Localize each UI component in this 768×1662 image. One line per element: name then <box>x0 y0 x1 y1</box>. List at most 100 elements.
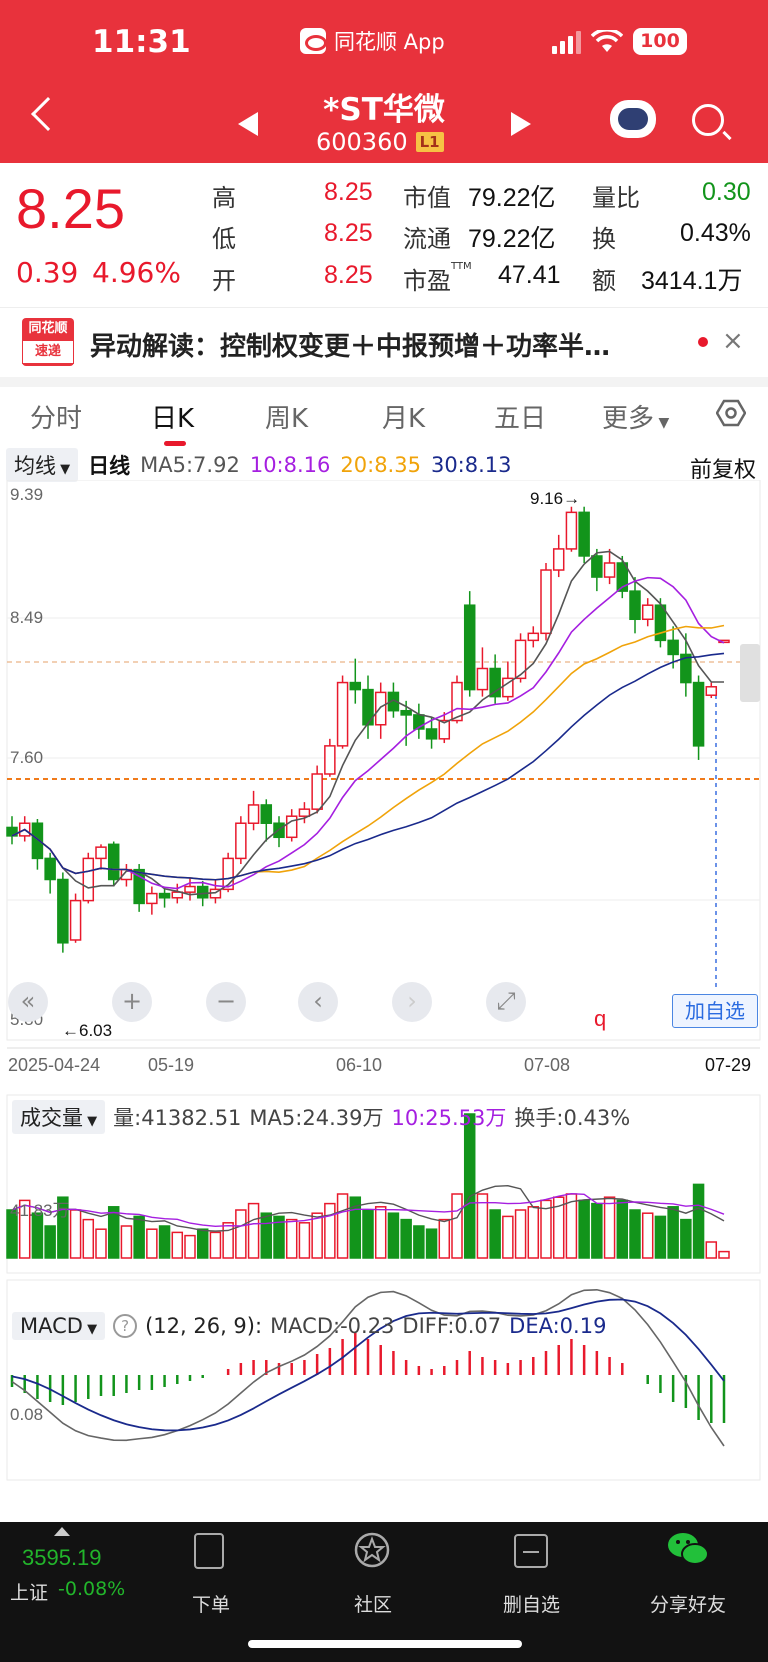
share-friends-button[interactable]: 分享好友 <box>650 1590 726 1617</box>
volume-value: 量:41382.51 <box>113 1106 242 1130</box>
pe-value: 47.41 <box>498 261 561 289</box>
candle-body <box>324 745 336 775</box>
low-label: 低 <box>212 225 236 253</box>
news-banner[interactable]: 同花顺 速递 异动解读：控制权变更＋中报预增＋功率半… <box>0 307 768 377</box>
candle-body <box>69 899 82 941</box>
robot-assistant-icon[interactable] <box>610 100 656 138</box>
next-stock-icon[interactable] <box>511 112 531 136</box>
app-name: 同花顺 App <box>334 30 445 54</box>
scroll-right-icon[interactable]: › <box>392 982 432 1022</box>
volume-bar <box>374 1206 387 1259</box>
event-marker[interactable]: q <box>594 1006 606 1032</box>
tab-five-day[interactable]: 五日 <box>494 398 546 435</box>
expand-up-icon[interactable] <box>54 1527 70 1536</box>
volume-bar <box>502 1215 514 1259</box>
volume-bar <box>527 1206 540 1259</box>
tab-monthly-k[interactable]: 月K <box>382 398 425 435</box>
macd-dropdown[interactable]: MACD ▼ <box>12 1312 106 1340</box>
open-value: 8.25 <box>324 261 373 289</box>
open-label: 开 <box>212 267 236 295</box>
amount-value: 3414.1万 <box>641 267 743 295</box>
volume-bar <box>285 1218 298 1259</box>
min-price-note: ←6.03 <box>62 1021 113 1040</box>
volume-bar <box>235 1209 247 1259</box>
high-label: 高 <box>212 184 236 212</box>
index-change[interactable]: -0.08% <box>58 1578 125 1600</box>
candle-body <box>641 604 654 621</box>
candle-body <box>654 604 667 642</box>
add-favorite-button[interactable]: 加自选 <box>672 994 758 1028</box>
volume-bar <box>222 1222 234 1259</box>
tab-more[interactable]: 更多 ▼ <box>602 398 669 435</box>
ma-dropdown[interactable]: 均线 ▼ <box>6 448 79 482</box>
order-button[interactable]: 下单 <box>192 1590 230 1617</box>
ma5-value: MA5:7.92 <box>140 453 240 477</box>
last-price: 8.25 <box>16 177 125 240</box>
tab-daily-k[interactable]: 日K <box>151 398 194 435</box>
x-date-2: 05-19 <box>148 1055 195 1075</box>
stock-code-row: 600360 L1 <box>316 128 444 156</box>
candle-body <box>692 681 705 747</box>
scroll-left-fast-icon[interactable]: « <box>8 982 48 1022</box>
x-date-1: 2025-04-24 <box>8 1055 101 1075</box>
turnover-value: 0.43% <box>680 219 751 247</box>
volratio-label: 量比 <box>592 184 640 212</box>
candle-body <box>158 892 171 899</box>
ma30-value: 30:8.13 <box>430 453 512 477</box>
volume-bar <box>667 1206 679 1259</box>
volume-bar <box>247 1202 260 1259</box>
wechat-icon[interactable] <box>666 1529 710 1569</box>
candle-body <box>667 639 679 656</box>
volume-bar <box>120 1225 133 1259</box>
ma5-line <box>11 550 724 896</box>
remove-favorite-button[interactable]: 删自选 <box>503 1590 560 1617</box>
volume-bar <box>705 1241 718 1259</box>
close-icon[interactable]: × <box>722 326 744 356</box>
candle-body <box>311 773 323 810</box>
index-name[interactable]: 上证 <box>10 1578 48 1605</box>
volume-bar <box>438 1218 451 1259</box>
zoom-out-icon[interactable]: − <box>206 982 246 1022</box>
order-icon[interactable] <box>194 1533 224 1569</box>
volume-bar <box>298 1222 311 1259</box>
volume-ma5: MA5:24.39万 <box>249 1106 384 1130</box>
volume-bar <box>82 1218 95 1259</box>
volume-bar <box>158 1225 171 1259</box>
candle-body <box>540 569 552 635</box>
x-date-3: 06-10 <box>336 1055 383 1075</box>
header-bar: 11:31 同花顺 App 100 *ST华微 600360 L1 <box>0 0 768 163</box>
volume-bar <box>451 1193 463 1259</box>
app-title: 同花顺 App <box>300 26 445 56</box>
community-button[interactable]: 社区 <box>354 1590 392 1617</box>
settings-hexagon-icon[interactable] <box>716 398 746 428</box>
candle-body <box>476 667 489 691</box>
search-icon[interactable] <box>692 104 724 136</box>
back-icon[interactable] <box>31 97 65 131</box>
community-icon[interactable] <box>352 1530 392 1570</box>
volume-bar <box>425 1228 438 1259</box>
macd-params: (12, 26, 9): <box>145 1314 263 1338</box>
candle-body <box>578 511 590 557</box>
volume-bar <box>171 1231 184 1259</box>
remove-favorite-icon[interactable] <box>514 1534 548 1568</box>
zoom-in-icon[interactable]: + <box>112 982 152 1022</box>
scroll-left-icon[interactable]: ‹ <box>298 982 338 1022</box>
volume-bar <box>680 1218 692 1259</box>
period-label: 日线 <box>88 454 131 478</box>
help-icon[interactable]: ? <box>113 1314 138 1338</box>
candle-body <box>285 815 298 839</box>
float-value: 79.22亿 <box>468 225 556 253</box>
status-time: 11:31 <box>92 24 191 60</box>
fullscreen-icon[interactable]: ⤢ <box>486 982 526 1022</box>
tab-intraday[interactable]: 分时 <box>30 398 82 435</box>
volume-dropdown[interactable]: 成交量 ▼ <box>12 1100 106 1134</box>
prev-stock-icon[interactable] <box>238 112 258 136</box>
volume-bar <box>146 1228 158 1259</box>
news-logo: 同花顺 速递 <box>22 318 74 366</box>
volume-bar <box>413 1225 425 1259</box>
volume-bar <box>629 1209 641 1259</box>
index-value[interactable]: 3595.19 <box>22 1545 102 1571</box>
candle-body <box>552 548 565 571</box>
tab-weekly-k[interactable]: 周K <box>265 398 308 435</box>
price-change-pct: 4.96% <box>92 256 181 289</box>
